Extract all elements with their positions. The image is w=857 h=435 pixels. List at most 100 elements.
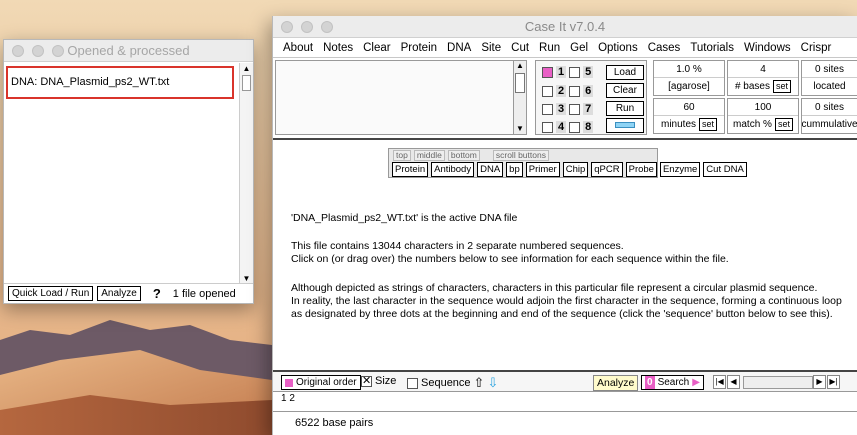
scroll-up-arrow-icon[interactable]: ▲ [240, 63, 253, 75]
size-checkbox[interactable]: ✕ [361, 375, 372, 387]
lane-6-number: 6 [583, 85, 594, 97]
lane-8-number: 8 [583, 121, 594, 133]
bases-set-button[interactable]: set [773, 80, 792, 93]
lane-2-checkbox[interactable] [542, 85, 553, 97]
bases-value[interactable]: 4 [728, 61, 798, 78]
scroll-thumb[interactable] [242, 75, 251, 91]
menu-tutorials[interactable]: Tutorials [690, 42, 734, 54]
sites-cumulative-label: cummulative [801, 119, 857, 130]
active-file-message: 'DNA_Plasmid_ps2_WT.txt' is the active D… [291, 212, 518, 224]
analyze-sequence-button[interactable]: Analyze [593, 375, 639, 391]
enzyme-scroll-button[interactable]: Enzyme [659, 162, 701, 177]
lane-7-checkbox[interactable] [569, 103, 581, 115]
sequence-checkbox[interactable] [407, 377, 418, 389]
original-order-swatch-icon [285, 378, 293, 387]
run-button[interactable]: Run [606, 101, 644, 116]
click-instructions-message: Click on (or drag over) the numbers belo… [291, 253, 729, 265]
scroll-bottom-button[interactable]: bottom [447, 150, 480, 161]
opened-processed-window: Opened & processed DNA: DNA_Plasmid_ps2_… [3, 39, 254, 304]
toolbar-scroll-up-icon[interactable]: ▲ [514, 61, 526, 71]
lane-7-number: 7 [583, 103, 594, 115]
size-label: Size [375, 375, 397, 387]
agarose-value[interactable]: 1.0 % [654, 61, 724, 78]
qpcr-scroll-button[interactable]: qPCR [591, 162, 623, 177]
menu-cut[interactable]: Cut [511, 42, 529, 54]
menu-crispr[interactable]: Crispr [801, 42, 832, 54]
menu-gel[interactable]: Gel [570, 42, 588, 54]
bases-param: 4 # bases set [727, 60, 799, 96]
analyze-button[interactable]: Analyze [97, 286, 141, 301]
lane-4-checkbox[interactable] [542, 121, 553, 133]
toolbar-scroll-down-icon[interactable]: ▼ [514, 124, 526, 134]
antibody-scroll-button[interactable]: Antibody [431, 162, 475, 177]
lane-3-checkbox[interactable] [542, 103, 553, 115]
sequence-label: Sequence [421, 377, 471, 389]
menu-about[interactable]: About [283, 42, 313, 54]
sequence-number-list[interactable]: 1 2 [281, 393, 295, 404]
minimize-window-button[interactable] [32, 45, 44, 57]
clear-lanes-button[interactable]: Clear [606, 83, 644, 98]
menu-options[interactable]: Options [598, 42, 638, 54]
sequence-horizontal-scrollbar[interactable] [743, 376, 813, 389]
match-set-button[interactable]: set [774, 118, 793, 131]
zoom-window-button[interactable] [52, 45, 64, 57]
sequence-preview-area[interactable] [275, 60, 525, 135]
plasmid-note-line2: In reality, the last character in the se… [291, 295, 842, 307]
main-close-window-button[interactable] [281, 21, 293, 33]
protein-scroll-button[interactable]: Protein [392, 162, 429, 177]
lane-8-checkbox[interactable] [569, 121, 581, 133]
lane-1-checkbox[interactable] [542, 66, 553, 78]
gel-strip-button[interactable] [606, 118, 644, 133]
left-window-footer: Quick Load / Run Analyze ? 1 file opened [4, 283, 253, 303]
search-label: Search [657, 377, 690, 388]
plasmid-note-line3: as designated by three dots at the begin… [291, 308, 833, 320]
menu-site[interactable]: Site [481, 42, 501, 54]
sites-located-label: located [813, 81, 846, 92]
menu-notes[interactable]: Notes [323, 42, 353, 54]
left-window-titlebar[interactable]: Opened & processed [4, 40, 253, 62]
match-value[interactable]: 100 [728, 99, 798, 116]
primer-scroll-button[interactable]: Primer [525, 162, 560, 177]
menu-run[interactable]: Run [539, 42, 560, 54]
menu-dna[interactable]: DNA [447, 42, 471, 54]
lane-6-checkbox[interactable] [569, 85, 581, 97]
main-window-titlebar[interactable]: Case It v7.0.4 [273, 16, 857, 38]
main-minimize-window-button[interactable] [301, 21, 313, 33]
toolbar-scrollbar[interactable]: ▲ ▼ [513, 60, 527, 135]
arrow-down-icon[interactable]: ⇩ [487, 375, 498, 391]
files-opened-count: 1 file opened [172, 287, 236, 300]
probe-scroll-button[interactable]: Probe [625, 162, 657, 177]
nav-next-icon[interactable]: ▶ [813, 375, 826, 389]
help-button[interactable]: ? [153, 286, 161, 301]
original-order-button[interactable]: Original order [281, 375, 361, 390]
nav-prev-icon[interactable]: ◀ [727, 375, 740, 389]
minutes-value[interactable]: 60 [654, 99, 724, 116]
toolbar-scroll-thumb[interactable] [515, 73, 525, 93]
arrow-up-icon[interactable]: ⇧ [474, 375, 485, 391]
menu-protein[interactable]: Protein [401, 42, 437, 54]
nav-last-icon[interactable]: ▶| [827, 375, 840, 389]
dna-scroll-button[interactable]: DNA [477, 162, 504, 177]
quick-load-run-button[interactable]: Quick Load / Run [8, 286, 94, 301]
main-zoom-window-button[interactable] [321, 21, 333, 33]
lane-5-number: 5 [583, 66, 594, 78]
match-label: match % [733, 119, 772, 130]
cut-dna-scroll-button[interactable]: Cut DNA [703, 162, 747, 177]
menu-clear[interactable]: Clear [363, 42, 390, 54]
bp-scroll-button[interactable]: bp [506, 162, 523, 177]
load-button[interactable]: Load [606, 65, 644, 80]
nav-first-icon[interactable]: |◀ [713, 375, 726, 389]
close-window-button[interactable] [12, 45, 24, 57]
left-vertical-scrollbar[interactable]: ▲ ▼ [239, 63, 253, 285]
minutes-set-button[interactable]: set [699, 118, 718, 131]
scroll-top-button[interactable]: top [393, 150, 411, 161]
opened-file-list-item[interactable]: DNA: DNA_Plasmid_ps2_WT.txt [6, 66, 234, 99]
menu-windows[interactable]: Windows [744, 42, 791, 54]
lane-5-checkbox[interactable] [569, 66, 581, 78]
sites-cumulative-value: 0 sites [802, 99, 857, 116]
menu-cases[interactable]: Cases [648, 42, 681, 54]
scroll-middle-button[interactable]: middle [413, 150, 445, 161]
chip-scroll-button[interactable]: Chip [562, 162, 589, 177]
plasmid-note-line1: Although depicted as strings of characte… [291, 282, 818, 294]
search-button[interactable]: 0 Search ▶ [641, 375, 704, 390]
